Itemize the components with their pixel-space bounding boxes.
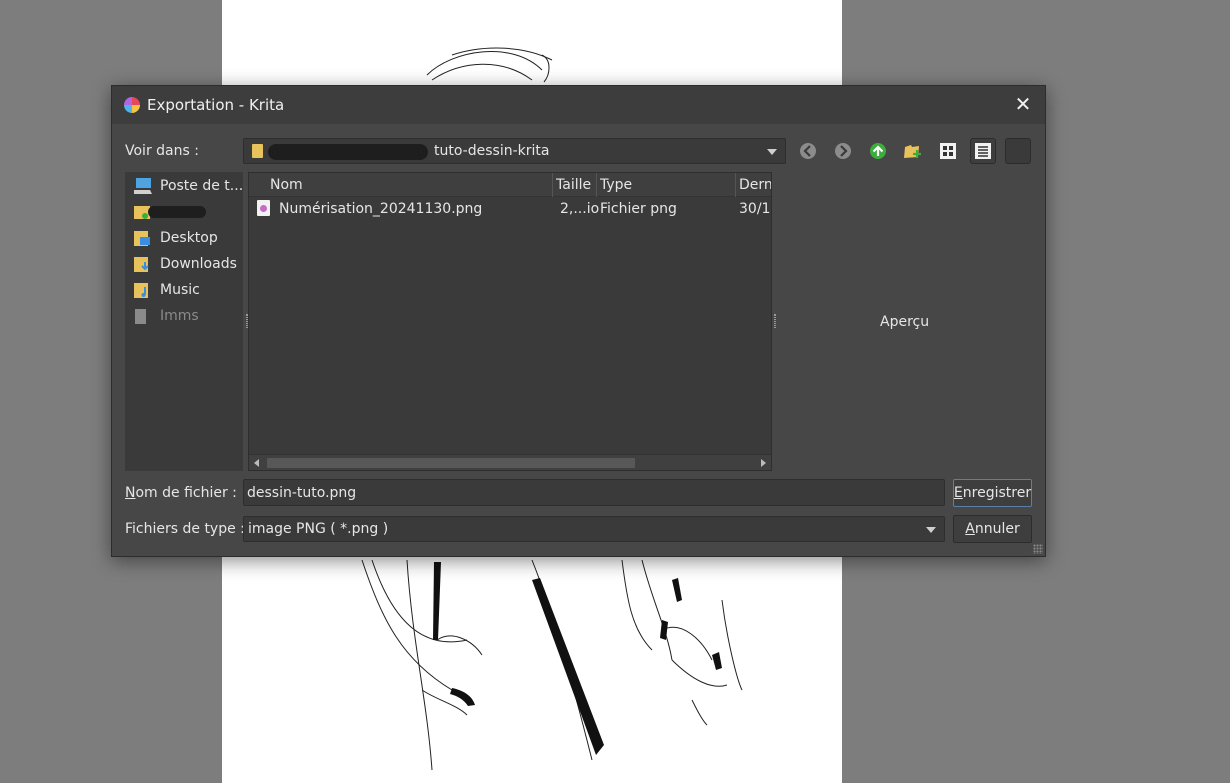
icon-view-button[interactable] — [935, 138, 961, 164]
filetype-label: Fichiers de type : — [125, 521, 245, 537]
cancel-button[interactable]: Annuler — [953, 515, 1032, 543]
file-list-header: Nom Taille Type Dern — [249, 173, 771, 197]
sidebar-item-computer[interactable]: Poste de t... — [133, 175, 243, 197]
back-button[interactable] — [795, 138, 821, 164]
png-file-icon — [257, 200, 270, 216]
save-label: nregistrer — [962, 485, 1032, 501]
desktop-folder-icon — [133, 229, 151, 247]
detail-view-button[interactable] — [970, 138, 996, 164]
arrow-up-icon — [870, 143, 886, 159]
arrow-right-icon — [835, 143, 851, 159]
look-in-combo[interactable]: tuto-dessin-krita — [243, 138, 786, 164]
path-text: tuto-dessin-krita — [434, 143, 550, 159]
sidebar-item-desktop[interactable]: Desktop — [133, 227, 218, 249]
new-folder-button[interactable] — [900, 138, 926, 164]
file-list: Nom Taille Type Dern Numérisation_202411… — [248, 172, 772, 471]
column-header-date[interactable]: Dern — [739, 177, 771, 193]
sidebar-item-label: Imms — [160, 308, 199, 324]
krita-app-icon — [124, 97, 140, 113]
chevron-down-icon — [767, 149, 777, 155]
column-divider — [735, 173, 736, 197]
list-icon — [975, 143, 991, 159]
chevron-down-icon — [926, 527, 936, 533]
filename-label-mnemonic: N — [125, 485, 136, 501]
horizontal-scrollbar[interactable] — [249, 454, 771, 470]
resize-grip[interactable] — [1033, 544, 1043, 554]
column-divider — [596, 173, 597, 197]
parent-folder-button[interactable] — [865, 138, 891, 164]
filetype-value: image PNG ( *.png ) — [248, 521, 389, 537]
dialog-title: Exportation - Krita — [147, 96, 285, 114]
sidebar-item-downloads[interactable]: Downloads — [133, 253, 237, 275]
arrow-left-icon — [800, 143, 816, 159]
title-bar[interactable]: Exportation - Krita ✕ — [112, 86, 1045, 124]
redacted-user — [148, 206, 206, 218]
scrollbar-thumb[interactable] — [267, 458, 635, 468]
sidebar-item-music[interactable]: Music — [133, 279, 200, 301]
filetype-combo[interactable]: image PNG ( *.png ) — [243, 516, 945, 542]
forward-button[interactable] — [830, 138, 856, 164]
sidebar-item-user[interactable] — [133, 201, 206, 223]
table-row[interactable]: Numérisation_20241130.png 2,...io Fichie… — [249, 197, 771, 221]
filename-input[interactable] — [243, 479, 945, 506]
sidebar-item-label: Desktop — [160, 230, 218, 246]
computer-icon — [133, 177, 152, 195]
save-button[interactable]: Enregistrer — [953, 479, 1032, 507]
close-icon[interactable]: ✕ — [1013, 94, 1033, 114]
column-divider — [552, 173, 553, 197]
sidebar-item-label: Downloads — [160, 256, 237, 272]
places-sidebar: Poste de t... Desktop Downloads Music Im… — [125, 172, 243, 471]
preview-splitter[interactable] — [774, 314, 776, 328]
sidebar-item-imms[interactable]: Imms — [133, 305, 199, 327]
music-folder-icon — [133, 281, 151, 299]
scroll-left-icon[interactable] — [254, 459, 259, 467]
cancel-label: nnuler — [974, 521, 1020, 537]
drive-icon — [133, 307, 151, 325]
preview-toggle-button[interactable] — [1005, 138, 1031, 164]
redacted-path — [268, 144, 428, 160]
look-in-label: Voir dans : — [125, 143, 199, 159]
column-header-type[interactable]: Type — [600, 177, 632, 193]
file-type: Fichier png — [600, 201, 677, 217]
preview-label: Aperçu — [880, 314, 930, 330]
scroll-right-icon[interactable] — [761, 459, 766, 467]
downloads-folder-icon — [133, 255, 151, 273]
folder-icon — [252, 144, 263, 158]
filename-label: Nom de fichier : — [125, 485, 237, 501]
new-folder-icon — [904, 145, 921, 158]
cancel-mnemonic: A — [965, 521, 975, 537]
filename-label-text: om de fichier : — [135, 485, 237, 501]
grid-icon — [940, 143, 956, 159]
sidebar-item-label: Music — [160, 282, 200, 298]
file-name: Numérisation_20241130.png — [279, 201, 483, 217]
sidebar-item-label: Poste de t... — [160, 178, 244, 194]
file-date: 30/1 — [739, 201, 771, 217]
export-dialog: Exportation - Krita ✕ Voir dans : tuto-d… — [111, 85, 1046, 557]
column-header-size[interactable]: Taille — [556, 177, 591, 193]
save-mnemonic: E — [953, 485, 963, 501]
file-size: 2,...io — [560, 201, 600, 217]
column-header-name[interactable]: Nom — [270, 177, 303, 193]
